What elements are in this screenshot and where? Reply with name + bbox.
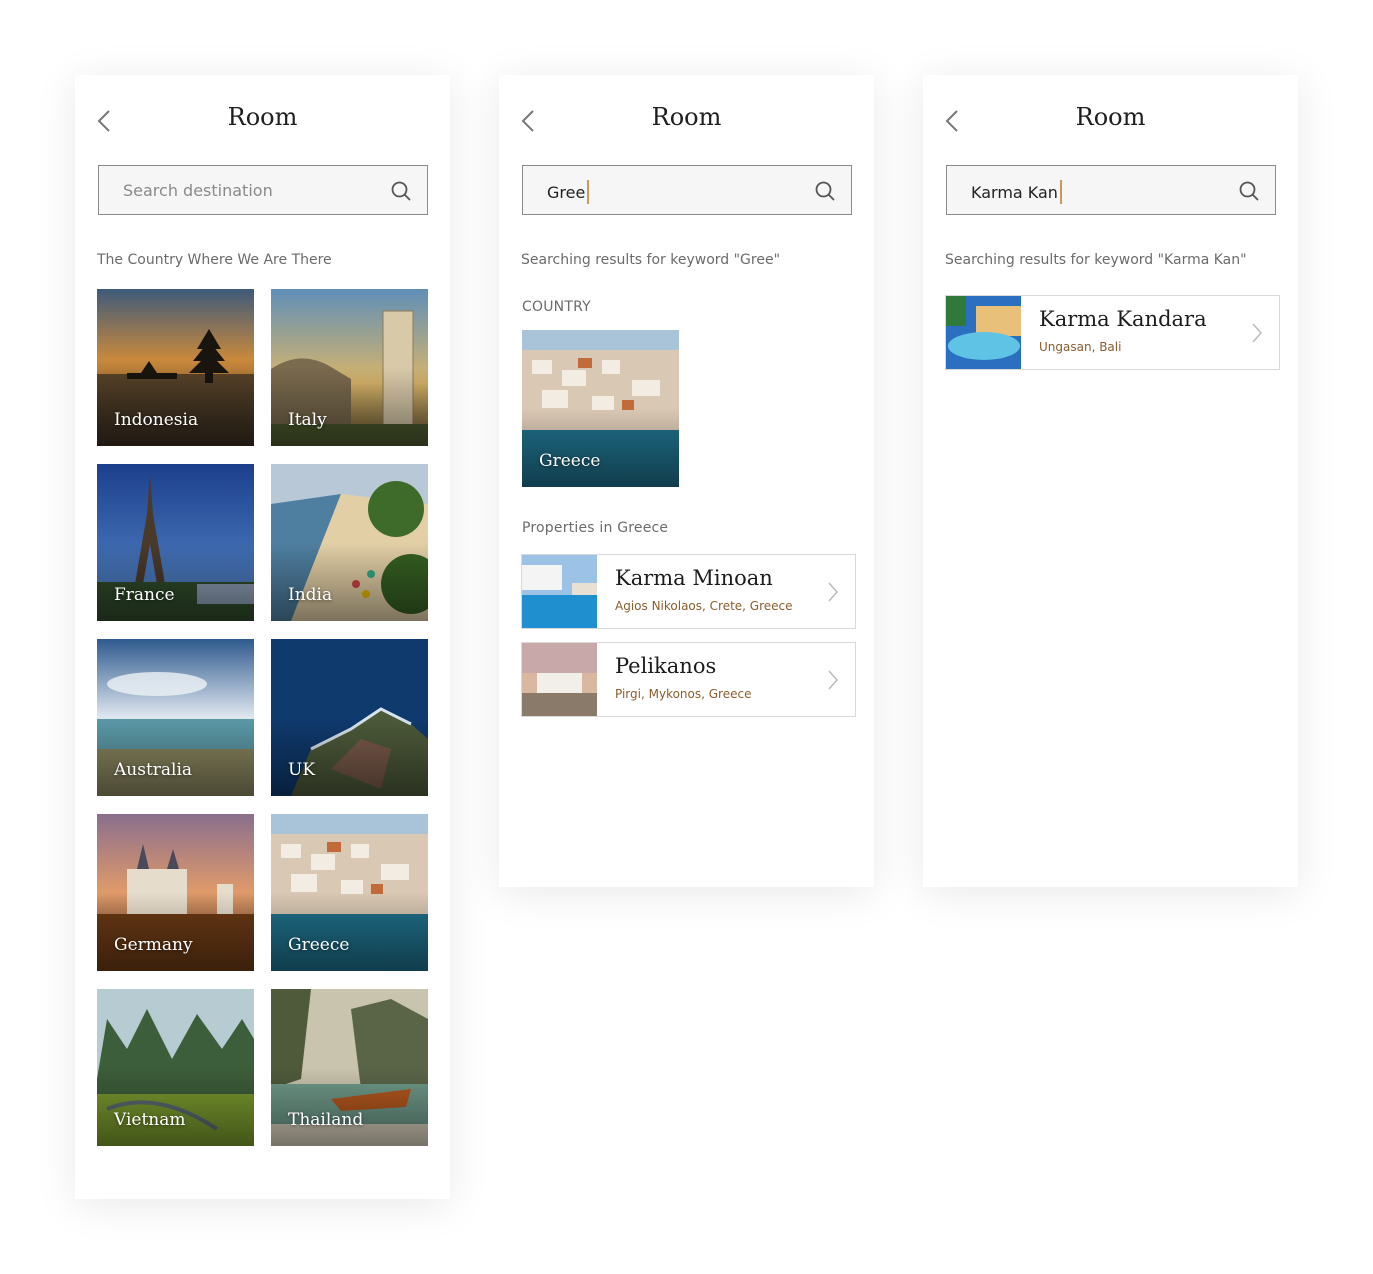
country-label: Australia	[114, 760, 193, 780]
country-tile-vietnam[interactable]: Vietnam	[97, 989, 254, 1146]
search-icon[interactable]	[1239, 181, 1259, 201]
search-input[interactable]: Gree	[547, 180, 590, 204]
country-label: Greece	[288, 935, 350, 955]
country-result-greece[interactable]: Greece	[522, 330, 679, 487]
country-tile-italy[interactable]: Italy	[271, 289, 428, 446]
screen-search-gree: Room Gree Searching results for keyword …	[499, 75, 874, 887]
results-text: Searching results for keyword "Gree"	[521, 252, 781, 268]
screen-destination-list: Room The Country Where We Are There Indo…	[75, 75, 450, 1199]
search-input-value: Gree	[547, 182, 586, 202]
country-tile-thailand[interactable]: Thailand	[271, 989, 428, 1146]
country-label: Vietnam	[114, 1110, 186, 1130]
country-label: Indonesia	[114, 410, 199, 430]
chevron-right-icon	[828, 582, 839, 602]
search-box[interactable]	[98, 165, 428, 215]
country-tile-uk[interactable]: UK	[271, 639, 428, 796]
chevron-right-icon	[828, 670, 839, 690]
section-label: The Country Where We Are There	[97, 252, 332, 268]
search-icon[interactable]	[815, 181, 835, 201]
property-location: Pirgi, Mykonos, Greece	[615, 687, 752, 701]
property-location: Ungasan, Bali	[1039, 340, 1122, 354]
property-card-karma-kandara[interactable]: Karma Kandara Ungasan, Bali	[945, 295, 1280, 370]
property-card-karma-minoan[interactable]: Karma Minoan Agios Nikolaos, Crete, Gree…	[521, 554, 856, 629]
property-name: Pelikanos	[615, 654, 717, 678]
country-label: Germany	[114, 935, 193, 955]
country-label: India	[288, 585, 333, 605]
country-label: Thailand	[288, 1110, 364, 1130]
search-input[interactable]	[99, 166, 427, 214]
country-tile-france[interactable]: France	[97, 464, 254, 621]
property-thumbnail	[522, 555, 597, 628]
page-title: Room	[1075, 103, 1146, 131]
country-tile-greece[interactable]: Greece	[271, 814, 428, 971]
property-card-pelikanos[interactable]: Pelikanos Pirgi, Mykonos, Greece	[521, 642, 856, 717]
property-location: Agios Nikolaos, Crete, Greece	[615, 599, 793, 613]
results-text: Searching results for keyword "Karma Kan…	[945, 252, 1247, 268]
country-label: UK	[288, 760, 316, 780]
search-box[interactable]: Karma Kan	[946, 165, 1276, 215]
text-caret	[1059, 180, 1062, 204]
search-input[interactable]: Karma Kan	[971, 180, 1062, 204]
country-label: France	[114, 585, 175, 605]
properties-heading: Properties in Greece	[522, 520, 669, 536]
text-caret	[587, 180, 590, 204]
country-tile-indonesia[interactable]: Indonesia	[97, 289, 254, 446]
country-tile-germany[interactable]: Germany	[97, 814, 254, 971]
search-icon[interactable]	[391, 181, 411, 201]
country-label: Italy	[288, 410, 327, 430]
country-tile-australia[interactable]: Australia	[97, 639, 254, 796]
country-label: Greece	[539, 451, 601, 471]
property-thumbnail	[946, 296, 1021, 369]
property-name: Karma Minoan	[615, 566, 773, 590]
property-thumbnail	[522, 643, 597, 716]
page-title: Room	[651, 103, 722, 131]
chevron-right-icon	[1252, 323, 1263, 343]
country-tile-india[interactable]: India	[271, 464, 428, 621]
country-heading: COUNTRY	[522, 299, 591, 315]
search-input-value: Karma Kan	[971, 182, 1058, 202]
property-name: Karma Kandara	[1039, 307, 1207, 331]
page-title: Room	[227, 103, 298, 131]
screen-search-karma-kan: Room Karma Kan Searching results for key…	[923, 75, 1298, 887]
search-box[interactable]: Gree	[522, 165, 852, 215]
